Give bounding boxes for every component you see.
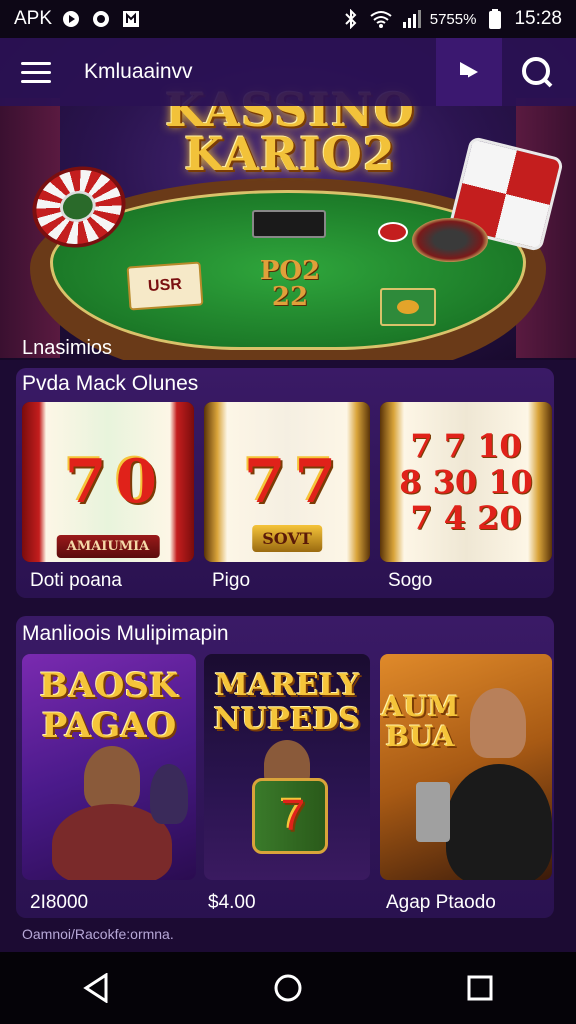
red-chip-icon	[378, 222, 408, 242]
bet-box	[380, 288, 436, 326]
player-avatar	[150, 764, 188, 824]
trophy-icon	[416, 782, 450, 842]
promo-tile[interactable]: MARELY NUPEDS 7	[204, 654, 370, 880]
tile-art: 7 7	[243, 447, 336, 517]
slot-machine-icon: 7	[252, 778, 328, 854]
tile-art: 7 0	[64, 447, 157, 517]
game-tile[interactable]: 7 7 SOVT	[204, 402, 370, 562]
game-tile-label: Doti poana	[30, 570, 122, 591]
menu-icon[interactable]	[14, 52, 58, 92]
promo-tile-label: 2I8000	[30, 892, 89, 913]
promo-tile-label: Agap Ptaodo	[386, 892, 496, 913]
player-avatar	[84, 746, 140, 810]
tile-plate: SOVT	[252, 525, 322, 552]
table-number-line1: PO2	[259, 256, 321, 286]
battery-percent: 5755%	[429, 10, 477, 28]
popular-section-title: Pvda Mack Olunes	[22, 372, 199, 395]
promo-title-line1: AUM	[381, 690, 459, 723]
roulette-wheel-icon	[412, 218, 488, 262]
slot-machine-art: 7	[280, 791, 306, 840]
app-bar: Kmluaainvv	[0, 38, 576, 106]
app-title: Kmluaainvv	[84, 60, 193, 83]
back-icon[interactable]	[66, 958, 126, 1018]
tile-plate: AMAIUMIA	[56, 535, 160, 558]
clock-time: 15:28	[514, 8, 562, 29]
promo-tile-label: $4.00	[208, 892, 256, 913]
promo-tile[interactable]: AUM BUA	[380, 654, 552, 880]
play-icon[interactable]	[436, 38, 502, 106]
card-tile: USR	[126, 261, 204, 311]
carrier-label: APK	[14, 8, 53, 29]
clock-icon	[90, 8, 112, 30]
game-tile[interactable]: 7 0 AMAIUMIA	[22, 402, 194, 562]
battery-icon	[484, 8, 506, 30]
notification-icon	[120, 8, 142, 30]
search-icon[interactable]	[512, 50, 562, 94]
signal-icon	[400, 8, 422, 30]
game-tile-label: Sogo	[388, 570, 433, 591]
multiplayer-section-title: Manlioois Mulipimapin	[22, 622, 229, 645]
game-tile[interactable]: 7 7 10 8 30 10 7 4 20	[380, 402, 552, 562]
logo-line2: KARIO2	[184, 127, 396, 181]
bluetooth-icon	[340, 8, 362, 30]
home-icon[interactable]	[258, 958, 318, 1018]
player-avatar	[470, 688, 526, 758]
footnote: Oamnoi/Racokfe:ormna.	[22, 926, 174, 942]
promo-tile[interactable]: BAOSK PAGAO	[22, 654, 196, 880]
promo-title-line2: PAGAO	[41, 706, 177, 746]
tile-art-row: 7 4 20	[410, 499, 522, 537]
chip-rack-icon	[252, 210, 326, 238]
status-bar: APK 5755% 15:28	[0, 0, 576, 38]
table-number: PO2 22	[230, 258, 350, 310]
tile-art-row: 7 7 10	[410, 427, 522, 465]
promo-title-line1: MARELY	[214, 668, 360, 703]
game-tile-label: Pigo	[212, 570, 251, 591]
recents-icon[interactable]	[450, 958, 510, 1018]
wifi-icon	[370, 8, 392, 30]
promo-title-line1: BAOSK	[39, 666, 179, 706]
section-subtitle: Lnasimios	[22, 337, 113, 359]
table-number-line2: 22	[271, 282, 309, 312]
promo-title-line2: NUPEDS	[213, 702, 361, 737]
promo-title-line2: BUA	[385, 720, 455, 753]
tile-art-row: 8 30 10	[399, 463, 533, 501]
system-nav-bar	[0, 952, 576, 1024]
record-icon	[60, 8, 82, 30]
player-avatar	[446, 764, 552, 880]
